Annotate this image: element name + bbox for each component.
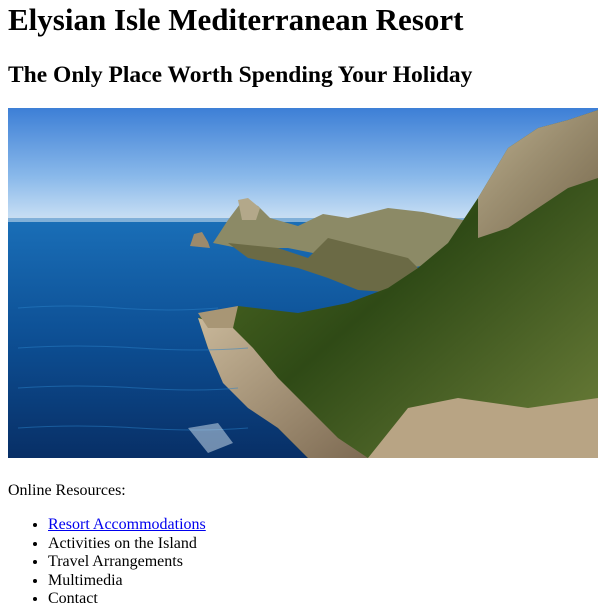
resources-label: Online Resources: xyxy=(8,482,126,499)
page-subtitle: The Only Place Worth Spending Your Holid… xyxy=(8,62,473,88)
coastline-photo xyxy=(8,108,598,458)
list-item: Activities on the Island xyxy=(48,535,604,554)
list-item: Multimedia xyxy=(48,572,604,591)
resources-list: Resort Accommodations Activities on the … xyxy=(8,516,604,609)
list-item: Contact xyxy=(48,590,604,609)
list-item: Resort Accommodations xyxy=(48,516,604,535)
resort-accommodations-link[interactable]: Resort Accommodations xyxy=(48,516,206,533)
list-item: Travel Arrangements xyxy=(48,553,604,572)
page-title: Elysian Isle Mediterranean Resort xyxy=(8,2,464,37)
page: Elysian Isle Mediterranean Resort The On… xyxy=(0,0,612,609)
hero-image xyxy=(8,108,598,458)
